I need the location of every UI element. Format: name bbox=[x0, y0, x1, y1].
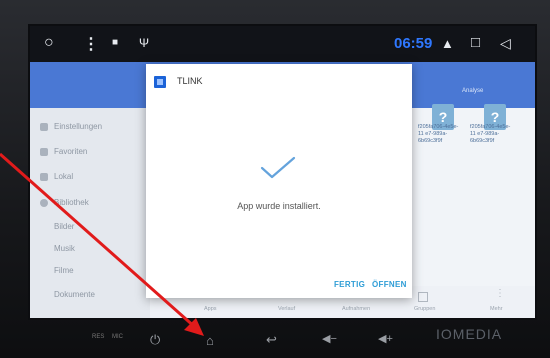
red-arrow-annotation bbox=[0, 152, 204, 336]
